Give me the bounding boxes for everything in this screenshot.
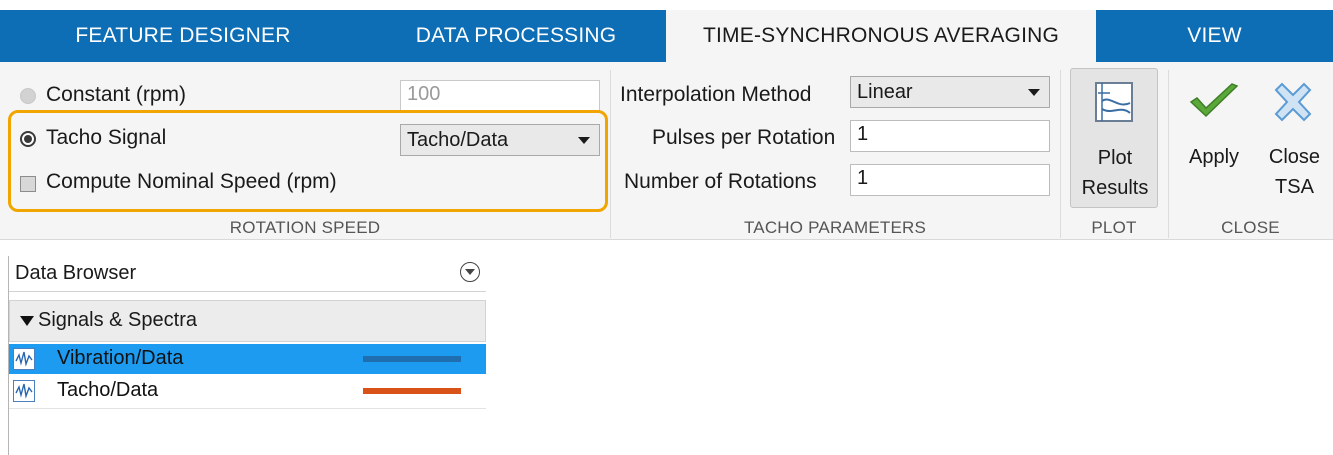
- chevron-down-icon: [1028, 89, 1040, 96]
- signal-row-tacho[interactable]: Tacho/Data: [9, 376, 486, 406]
- tab-data-processing[interactable]: DATA PROCESSING: [366, 10, 666, 62]
- data-browser: Data Browser Signals & Spectra Vibration…: [8, 256, 486, 455]
- constant-radio[interactable]: [20, 88, 36, 104]
- close-tsa-button[interactable]: Close TSA: [1256, 68, 1333, 208]
- close-section-label: CLOSE: [1221, 218, 1280, 237]
- pulses-per-rotation-label: Pulses per Rotation: [652, 126, 836, 149]
- signals-spectra-group[interactable]: Signals & Spectra: [9, 300, 486, 342]
- plot-results-label-1: Plot: [1097, 147, 1133, 169]
- number-of-rotations-label: Number of Rotations: [624, 170, 817, 193]
- data-browser-header: Data Browser: [9, 256, 486, 292]
- chevron-down-icon[interactable]: [20, 316, 34, 326]
- signal-color-line: [363, 388, 461, 394]
- list-divider: [9, 408, 486, 409]
- checkmark-icon: [1189, 83, 1239, 118]
- plot-icon: [1095, 82, 1133, 122]
- section-divider: [610, 70, 611, 238]
- number-of-rotations-field[interactable]: 1: [850, 164, 1050, 196]
- signals-spectra-label: Signals & Spectra: [38, 309, 197, 331]
- signal-icon: [13, 348, 35, 370]
- plot-results-label-2: Results: [1081, 177, 1149, 199]
- signal-color-line: [363, 356, 461, 362]
- signal-label: Vibration/Data: [57, 347, 184, 369]
- section-divider: [1168, 70, 1169, 238]
- interpolation-method-dropdown[interactable]: Linear: [850, 76, 1050, 108]
- tab-view[interactable]: VIEW: [1096, 10, 1333, 62]
- highlight-box: [8, 110, 608, 212]
- tacho-parameters-section-label: TACHO PARAMETERS: [743, 218, 927, 237]
- tab-bar: FEATURE DESIGNER DATA PROCESSING TIME-SY…: [0, 0, 1333, 62]
- tab-feature-designer[interactable]: FEATURE DESIGNER: [0, 10, 366, 62]
- dropdown-menu-icon[interactable]: [460, 262, 480, 282]
- interpolation-method-label: Interpolation Method: [620, 83, 812, 106]
- apply-button[interactable]: Apply: [1176, 68, 1252, 208]
- plot-section-label: PLOT: [1091, 218, 1137, 237]
- signal-icon: [13, 380, 35, 402]
- apply-label: Apply: [1188, 146, 1240, 168]
- tab-time-synchronous-averaging[interactable]: TIME-SYNCHRONOUS AVERAGING: [666, 10, 1096, 62]
- close-icon: [1274, 82, 1312, 122]
- plot-results-button[interactable]: Plot Results: [1070, 68, 1158, 208]
- close-tsa-label-2: TSA: [1275, 176, 1314, 198]
- rotation-speed-section-label: ROTATION SPEED: [229, 218, 381, 237]
- constant-rpm-field[interactable]: 100: [400, 80, 600, 112]
- close-tsa-label-1: Close: [1268, 146, 1321, 168]
- signal-label: Tacho/Data: [57, 379, 159, 401]
- pulses-per-rotation-field[interactable]: 1: [850, 120, 1050, 152]
- signal-row-vibration[interactable]: Vibration/Data: [9, 344, 486, 374]
- data-browser-title: Data Browser: [15, 262, 137, 284]
- constant-label: Constant (rpm): [46, 83, 187, 106]
- section-divider: [1060, 70, 1061, 238]
- interpolation-method-selected: Linear: [857, 80, 913, 103]
